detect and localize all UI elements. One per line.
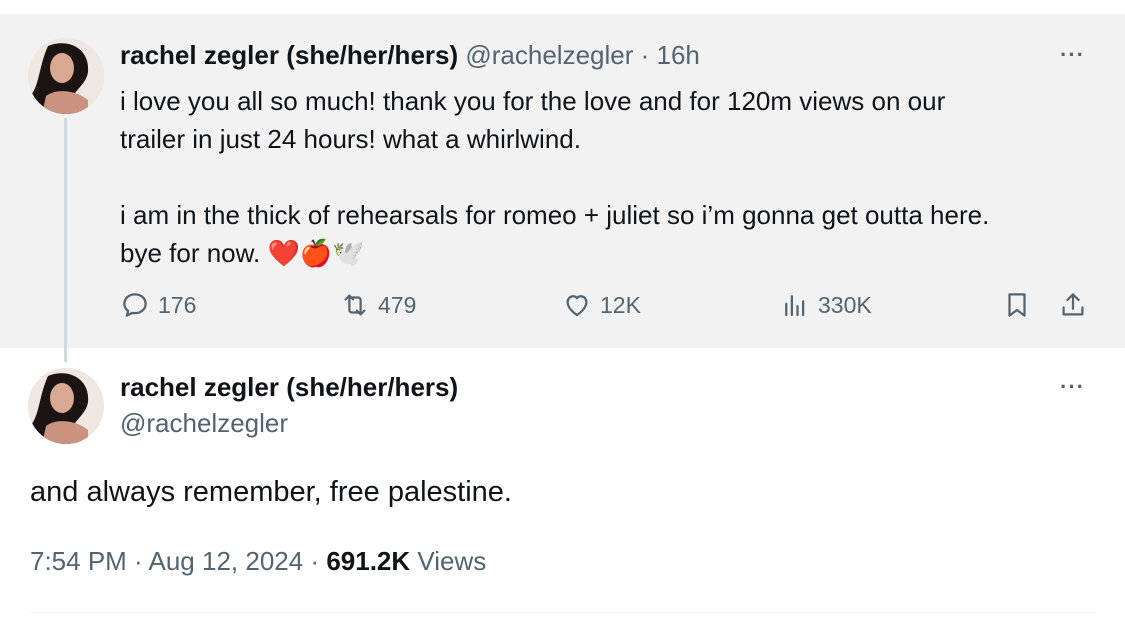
avatar-image [28,38,104,114]
tweet-date[interactable]: Aug 12, 2024 [149,546,304,576]
more-icon[interactable]: ··· [1060,374,1085,400]
display-name[interactable]: rachel zegler (she/her/hers) [120,372,458,403]
views-button[interactable]: 330K [780,290,872,320]
repost-count: 479 [378,291,417,318]
apple-emoji: 🍎 [299,238,333,268]
separator: · [633,40,657,70]
avatar[interactable] [28,368,104,444]
repost-button[interactable]: 479 [340,290,416,320]
share-icon [1062,293,1084,316]
like-icon [566,295,588,317]
action-bar: 176 479 12K 330K [0,290,1125,330]
repost-icon [344,294,366,316]
avatar[interactable] [28,38,104,114]
tweet-text: i love you all so much! thank you for th… [120,82,1100,272]
handle[interactable]: @rachelzegler [465,40,633,70]
bookmark-button[interactable] [1002,290,1032,320]
tweet-meta: 7:54 PM · Aug 12, 2024 · 691.2K Views [30,546,486,577]
bookmark-icon [1008,293,1026,317]
handle[interactable]: @rachelzegler [120,408,288,439]
timestamp[interactable]: 16h [657,40,700,70]
more-icon[interactable]: ··· [1060,42,1085,68]
tweet-text-line: trailer in just 24 hours! what a whirlwi… [120,124,581,154]
separator: · [303,546,327,576]
views-label: Views [410,546,487,576]
views-icon [785,295,805,317]
tweet-header: rachel zegler (she/her/hers) @rachelzegl… [120,40,700,71]
dove-emoji: 🕊️ [332,238,365,268]
tweet-text-line: i love you all so much! thank you for th… [120,86,946,116]
like-button[interactable]: 12K [562,290,641,320]
like-count: 12K [600,291,641,318]
tweet-text: and always remember, free palestine. [30,476,512,508]
reply-icon [123,293,147,317]
reply-button[interactable]: 176 [120,290,196,320]
share-button[interactable] [1058,290,1088,320]
separator: · [126,546,149,576]
heart-emoji: ❤️ [267,238,300,268]
views-count: 330K [818,291,872,318]
tweet-time[interactable]: 7:54 PM [30,546,127,576]
divider [30,612,1095,613]
reply-count: 176 [158,291,197,318]
tweet-text-line: i am in the thick of rehearsals for rome… [120,200,990,230]
display-name[interactable]: rachel zegler (she/her/hers) [120,40,458,70]
avatar-image [28,368,104,444]
tweet-text-line-end: bye for now. [120,238,261,268]
tweet-text-line: bye for now. ❤️🍎🕊️ [120,234,1100,272]
views-total[interactable]: 691.2K [326,546,410,576]
